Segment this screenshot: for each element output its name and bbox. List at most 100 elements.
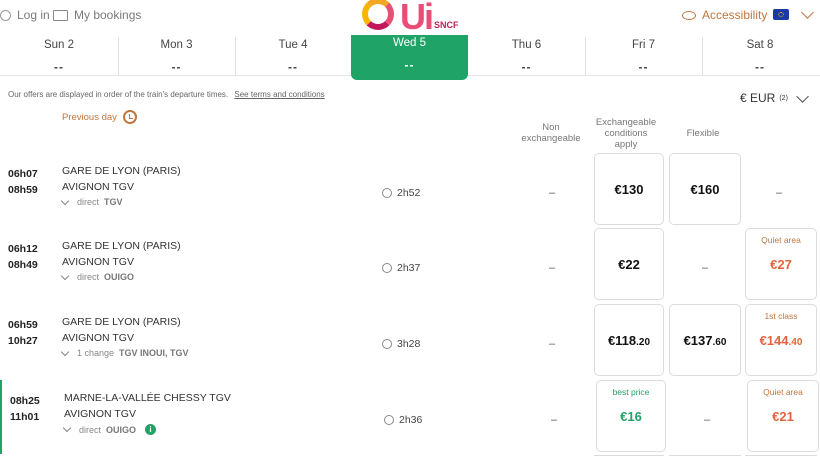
fare-card-quiet-area[interactable]: Quiet area €21 [747, 380, 819, 452]
departure-time: 06h12 [8, 243, 38, 255]
journey-details-toggle[interactable]: direct OUIGO [60, 271, 135, 282]
fare-label: 1st class [764, 311, 798, 321]
day-price: -- [638, 60, 649, 74]
day-label: Sun 2 [43, 39, 75, 51]
tab-wed-5[interactable]: Wed 5 -- [351, 35, 468, 80]
date-tabs: Sun 2 -- Mon 3 -- Tue 4 -- Wed 5 -- Thu … [0, 35, 820, 80]
journey-stations: GARE DE LYON (PARIS) AVIGNON TGV [62, 314, 181, 346]
fare-label: Quiet area [763, 387, 803, 397]
fare-card-flexible[interactable]: €137.60 [669, 304, 741, 376]
price-non-exchangeable: – [549, 262, 556, 274]
fare-card-exchangeable[interactable]: €118.20 [594, 304, 664, 376]
fare-amount: €144.40 [746, 333, 816, 348]
tab-sun-2[interactable]: Sun 2 -- [0, 37, 119, 75]
accessibility-button[interactable]: Accessibility [682, 8, 767, 22]
fare-amount: €27 [770, 257, 792, 272]
day-price: -- [755, 60, 765, 74]
journey-row[interactable]: 06h59 10h27 GARE DE LYON (PARIS) AVIGNON… [0, 304, 820, 378]
departure-time: 06h59 [8, 319, 38, 331]
journey-duration: 2h37 [382, 262, 420, 274]
currency-label: € EUR [740, 91, 776, 105]
duration-clock-icon [382, 188, 392, 198]
journey-duration: 3h28 [382, 338, 420, 350]
train-type: OUIGO [106, 424, 137, 435]
journey-row[interactable]: 06h07 08h59 GARE DE LYON (PARIS) AVIGNON… [0, 153, 820, 227]
origin-station: GARE DE LYON (PARIS) [62, 316, 181, 328]
departure-time: 08h25 [10, 395, 40, 407]
duration-text: 2h36 [399, 414, 423, 426]
chevron-down-icon [60, 196, 70, 205]
duration-text: 3h28 [397, 338, 421, 350]
journey-row[interactable]: 08h25 11h01 MARNE-LA-VALLÉE CHESSY TGV A… [0, 380, 820, 454]
journey-row[interactable]: 06h12 08h49 GARE DE LYON (PARIS) AVIGNON… [0, 228, 820, 302]
bookings-icon [53, 9, 68, 21]
journey-details-toggle[interactable]: direct TGV [60, 196, 123, 207]
day-price: -- [404, 58, 415, 72]
destination-station: AVIGNON TGV [62, 256, 134, 268]
journey-times: 08h25 11h01 [10, 393, 40, 425]
journey-duration: 2h52 [382, 187, 420, 199]
journey-duration: 2h36 [384, 414, 422, 426]
offers-note: Our offers are displayed in order of the… [8, 90, 325, 99]
fare-card-quiet-area[interactable]: Quiet area €27 [745, 228, 817, 300]
column-exchangeable: Exchangeable conditions apply [595, 117, 657, 150]
tab-mon-3[interactable]: Mon 3 -- [118, 37, 236, 75]
tab-thu-6[interactable]: Thu 6 -- [468, 37, 586, 75]
fare-amount: €130 [614, 182, 644, 197]
duration-clock-icon [382, 339, 392, 349]
fare-cents: .20 [636, 337, 651, 348]
fare-card-first-class[interactable]: 1st class €144.40 [745, 304, 817, 376]
price-flexible: – [702, 262, 709, 274]
day-label: Sat 8 [746, 39, 774, 51]
tab-sat-8[interactable]: Sat 8 -- [702, 37, 818, 75]
day-label: Fri 7 [632, 39, 655, 51]
arrival-time: 08h59 [8, 184, 38, 196]
chevron-down-icon [60, 271, 70, 280]
info-icon[interactable]: i [145, 424, 157, 435]
language-selector[interactable] [773, 6, 814, 20]
journey-details-toggle[interactable]: direct OUIGO i [62, 423, 157, 435]
day-price: -- [54, 60, 64, 74]
eye-slash-icon [682, 10, 696, 20]
day-price: -- [521, 60, 532, 74]
day-label: Tue 4 [278, 39, 308, 51]
chevron-down-icon [801, 6, 814, 19]
fare-cents: .40 [788, 337, 803, 348]
accessibility-label: Accessibility [702, 8, 768, 22]
previous-day-label: Previous day [62, 111, 117, 123]
journey-times: 06h59 10h27 [8, 317, 38, 349]
fare-card-exchangeable[interactable]: €22 [594, 228, 664, 300]
journey-type: direct [77, 272, 100, 282]
previous-day-button[interactable]: Previous day [62, 110, 137, 124]
departure-time: 06h07 [8, 168, 38, 180]
journey-stations: GARE DE LYON (PARIS) AVIGNON TGV [62, 238, 181, 270]
journey-details-toggle[interactable]: 1 change TGV INOUI, TGV [60, 347, 189, 358]
journey-stations: GARE DE LYON (PARIS) AVIGNON TGV [62, 163, 181, 195]
oui-sncf-logo[interactable]: Ui SNCF [362, 0, 472, 37]
price-non-exchangeable: – [549, 187, 556, 199]
chevron-down-icon [62, 423, 72, 433]
tab-fri-7[interactable]: Fri 7 -- [585, 37, 703, 75]
fare-amount: €118.20 [595, 333, 663, 348]
tab-tue-4[interactable]: Tue 4 -- [235, 37, 351, 75]
journey-type: direct [77, 197, 100, 207]
chevron-down-icon [796, 89, 809, 103]
journey-times: 06h07 08h59 [8, 166, 38, 198]
day-price: -- [171, 60, 182, 74]
fare-cents: .60 [712, 337, 727, 348]
login-label: Log in [17, 8, 50, 22]
train-type: TGV INOUI, TGV [119, 348, 189, 358]
currency-selector[interactable]: € EUR (2) [740, 89, 809, 105]
fare-card-best-price[interactable]: best price €16 [596, 380, 666, 452]
terms-link[interactable]: See terms and conditions [234, 90, 324, 99]
fare-card-flexible[interactable]: €160 [669, 153, 741, 225]
login-link[interactable]: Log in [0, 8, 50, 22]
fare-label: Quiet area [761, 235, 801, 245]
train-type: OUIGO [104, 272, 135, 282]
my-bookings-link[interactable]: My bookings [53, 8, 141, 22]
origin-station: MARNE-LA-VALLÉE CHESSY TGV [64, 392, 231, 404]
arrival-time: 10h27 [8, 335, 38, 347]
duration-clock-icon [382, 263, 392, 273]
offers-note-text: Our offers are displayed in order of the… [8, 90, 229, 99]
fare-card-exchangeable[interactable]: €130 [594, 153, 664, 225]
